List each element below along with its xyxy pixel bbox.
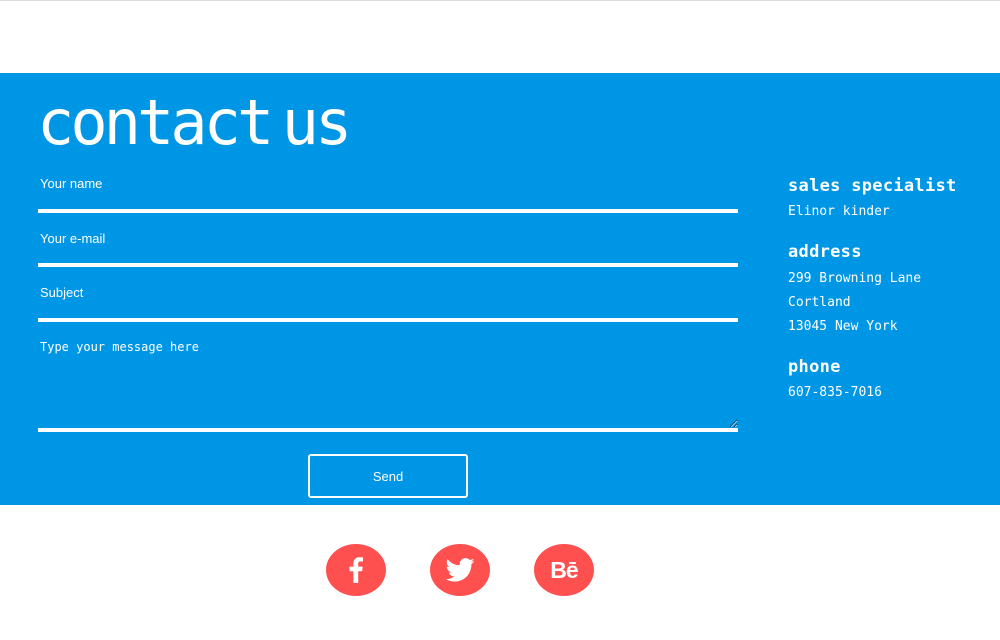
name-field[interactable] <box>38 209 738 213</box>
facebook-icon <box>349 557 363 583</box>
address-heading: address <box>788 242 862 262</box>
sales-specialist-name: Elinor kinder <box>788 204 890 219</box>
sales-specialist-heading: sales specialist <box>788 176 957 196</box>
facebook-link[interactable] <box>326 544 386 596</box>
page-title: contact us <box>37 86 352 159</box>
contact-section: contact us Your name Your e-mail Subject… <box>0 73 1000 505</box>
twitter-icon <box>445 558 475 582</box>
subject-field-label: Subject <box>40 285 84 300</box>
behance-icon: Bē <box>550 556 578 583</box>
email-field-label: Your e-mail <box>40 231 106 246</box>
send-button[interactable]: Send <box>308 454 468 498</box>
phone-number: 607-835-7016 <box>788 385 882 400</box>
address-city: Cortland <box>788 295 851 310</box>
address-street: 299 Browning Lane <box>788 271 922 286</box>
name-field-label: Your name <box>40 176 103 191</box>
address-zip-state: 13045 New York <box>788 319 898 334</box>
top-divider <box>0 0 1000 1</box>
email-field[interactable] <box>38 263 738 267</box>
phone-heading: phone <box>788 357 841 377</box>
message-textarea[interactable] <box>38 338 738 432</box>
behance-link[interactable]: Bē <box>534 544 594 596</box>
twitter-link[interactable] <box>430 544 490 596</box>
subject-field[interactable] <box>38 318 738 322</box>
